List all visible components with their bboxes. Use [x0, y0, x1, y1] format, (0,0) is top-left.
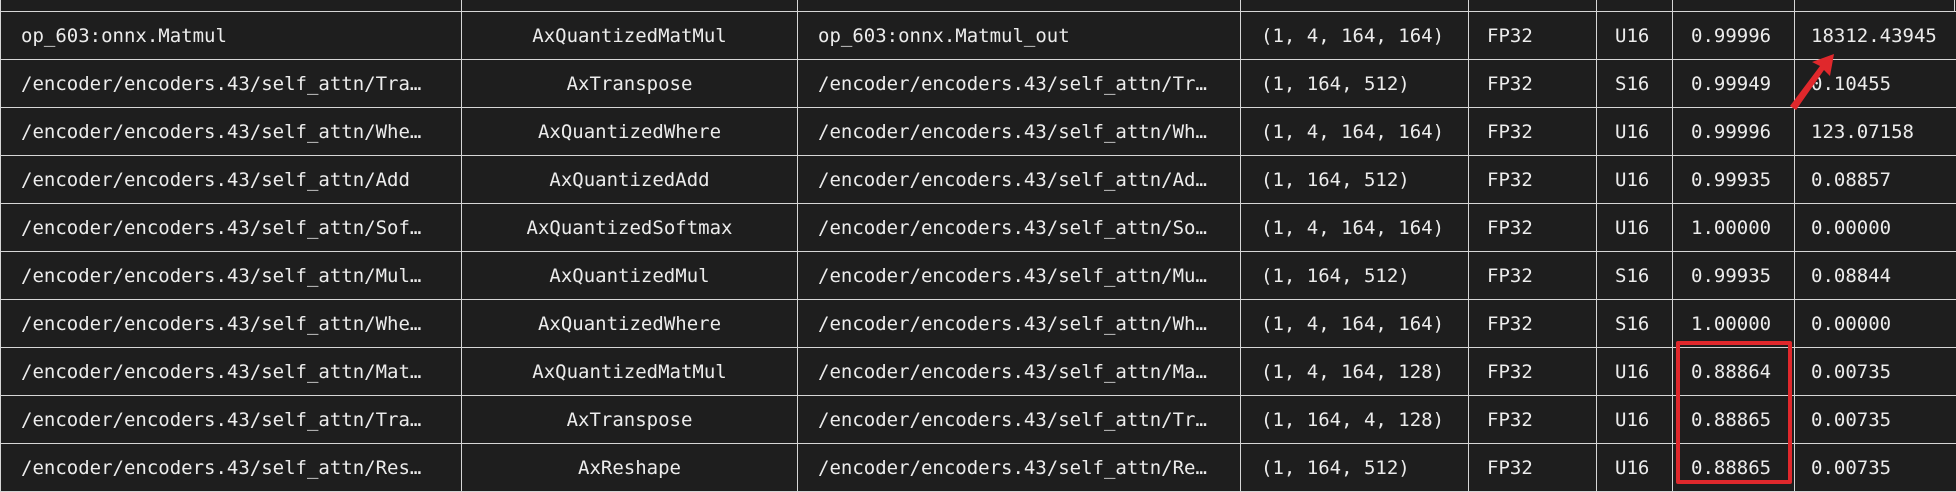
dtype-cell: FP32 [1468, 11, 1597, 60]
op-name-cell: /encoder/encoders.43/self_attn/Mul… [0, 251, 462, 300]
error-cell: 123.07158 [1794, 107, 1956, 156]
output-name-cell: /encoder/encoders.43/self_attn/Mu… [797, 251, 1241, 300]
shape-cell: (1, 4, 164, 164) [1240, 11, 1469, 60]
op-type-cell: AxQuantizedWhere [461, 299, 798, 348]
dtype-cell: FP32 [1468, 155, 1597, 204]
shape-cell: (1, 164, 4, 128) [1240, 395, 1469, 444]
dtype-cell: FP32 [1468, 251, 1597, 300]
quantization-table: op_603:onnx.Matmul AxQuantizedMatMul op_60… [0, 11, 1956, 492]
table-row: op_603:onnx.Matmul AxQuantizedMatMul op_60… [0, 11, 1956, 60]
output-name-cell: /encoder/encoders.43/self_attn/Wh… [797, 299, 1241, 348]
dtype-cell: FP32 [1468, 299, 1597, 348]
dtype-cell: FP32 [1468, 59, 1597, 108]
output-name-cell: /encoder/encoders.43/self_attn/Tr… [797, 59, 1241, 108]
op-type-cell: AxQuantizedMul [461, 251, 798, 300]
op-name-cell: /encoder/encoders.43/self_attn/Whe… [0, 299, 462, 348]
error-cell: 0.00735 [1794, 347, 1956, 396]
op-name-cell: op_603:onnx.Matmul [0, 11, 462, 60]
output-name-cell: /encoder/encoders.43/self_attn/Re… [797, 443, 1241, 492]
op-type-cell: AxTranspose [461, 395, 798, 444]
table-row: /encoder/encoders.43/self_attn/Sof… AxQua… [0, 203, 1956, 252]
shape-cell: (1, 164, 512) [1240, 59, 1469, 108]
shape-cell: (1, 4, 164, 128) [1240, 347, 1469, 396]
op-name-cell: /encoder/encoders.43/self_attn/Mat… [0, 347, 462, 396]
op-type-cell: AxQuantizedSoftmax [461, 203, 798, 252]
cosine-sim-cell: 1.00000 [1672, 203, 1795, 252]
op-name-cell: /encoder/encoders.43/self_attn/Tra… [0, 395, 462, 444]
qtype-cell: U16 [1596, 203, 1673, 252]
shape-cell: (1, 164, 512) [1240, 155, 1469, 204]
highlight-box [1676, 341, 1792, 484]
op-name-cell: /encoder/encoders.43/self_attn/Whe… [0, 107, 462, 156]
qtype-cell: S16 [1596, 251, 1673, 300]
op-name-cell: /encoder/encoders.43/self_attn/Res… [0, 443, 462, 492]
output-name-cell: /encoder/encoders.43/self_attn/Tr… [797, 395, 1241, 444]
dtype-cell: FP32 [1468, 203, 1597, 252]
table-row: /encoder/encoders.43/self_attn/Mul… AxQua… [0, 251, 1956, 300]
op-name-cell: /encoder/encoders.43/self_attn/Tra… [0, 59, 462, 108]
dtype-cell: FP32 [1468, 443, 1597, 492]
dtype-cell: FP32 [1468, 395, 1597, 444]
error-cell: 0.00000 [1794, 299, 1956, 348]
cosine-sim-cell: 0.99935 [1672, 251, 1795, 300]
table-top-edge [0, 0, 1956, 11]
dtype-cell: FP32 [1468, 347, 1597, 396]
table-body: op_603:onnx.Matmul AxQuantizedMatMul op_60… [0, 11, 1956, 492]
table-row: /encoder/encoders.43/self_attn/Tra… AxTra… [0, 59, 1956, 108]
qtype-cell: U16 [1596, 347, 1673, 396]
op-type-cell: AxQuantizedMatMul [461, 347, 798, 396]
error-cell: 0.08844 [1794, 251, 1956, 300]
shape-cell: (1, 4, 164, 164) [1240, 107, 1469, 156]
error-cell: 0.00735 [1794, 443, 1956, 492]
cosine-sim-cell: 0.99935 [1672, 155, 1795, 204]
shape-cell: (1, 4, 164, 164) [1240, 299, 1469, 348]
output-name-cell: /encoder/encoders.43/self_attn/Wh… [797, 107, 1241, 156]
cosine-sim-cell: 0.99996 [1672, 11, 1795, 60]
table-row: /encoder/encoders.43/self_attn/Mat… AxQua… [0, 347, 1956, 396]
error-cell: 0.00000 [1794, 203, 1956, 252]
qtype-cell: U16 [1596, 11, 1673, 60]
cosine-sim-cell: 0.99996 [1672, 107, 1795, 156]
shape-cell: (1, 4, 164, 164) [1240, 203, 1469, 252]
red-arrow-icon [1790, 54, 1834, 110]
cosine-sim-cell: 0.99949 [1672, 59, 1795, 108]
qtype-cell: S16 [1596, 299, 1673, 348]
error-cell: 0.00735 [1794, 395, 1956, 444]
qtype-cell: U16 [1596, 395, 1673, 444]
table-row: /encoder/encoders.43/self_attn/Whe… AxQua… [0, 299, 1956, 348]
op-name-cell: /encoder/encoders.43/self_attn/Sof… [0, 203, 462, 252]
output-name-cell: /encoder/encoders.43/self_attn/So… [797, 203, 1241, 252]
shape-cell: (1, 164, 512) [1240, 251, 1469, 300]
output-name-cell: op_603:onnx.Matmul_out [797, 11, 1241, 60]
table-row: /encoder/encoders.43/self_attn/Res… AxRes… [0, 443, 1956, 492]
dtype-cell: FP32 [1468, 107, 1597, 156]
table-row: /encoder/encoders.43/self_attn/Whe… AxQua… [0, 107, 1956, 156]
output-name-cell: /encoder/encoders.43/self_attn/Ad… [797, 155, 1241, 204]
shape-cell: (1, 164, 512) [1240, 443, 1469, 492]
op-name-cell: /encoder/encoders.43/self_attn/Add [0, 155, 462, 204]
op-type-cell: AxQuantizedAdd [461, 155, 798, 204]
table-row: /encoder/encoders.43/self_attn/Tra… AxTra… [0, 395, 1956, 444]
qtype-cell: S16 [1596, 59, 1673, 108]
op-type-cell: AxQuantizedWhere [461, 107, 798, 156]
op-type-cell: AxQuantizedMatMul [461, 11, 798, 60]
qtype-cell: U16 [1596, 155, 1673, 204]
qtype-cell: U16 [1596, 107, 1673, 156]
output-name-cell: /encoder/encoders.43/self_attn/Ma… [797, 347, 1241, 396]
qtype-cell: U16 [1596, 443, 1673, 492]
op-type-cell: AxReshape [461, 443, 798, 492]
op-type-cell: AxTranspose [461, 59, 798, 108]
table-row: /encoder/encoders.43/self_attn/Add AxQuan… [0, 155, 1956, 204]
error-cell: 0.08857 [1794, 155, 1956, 204]
